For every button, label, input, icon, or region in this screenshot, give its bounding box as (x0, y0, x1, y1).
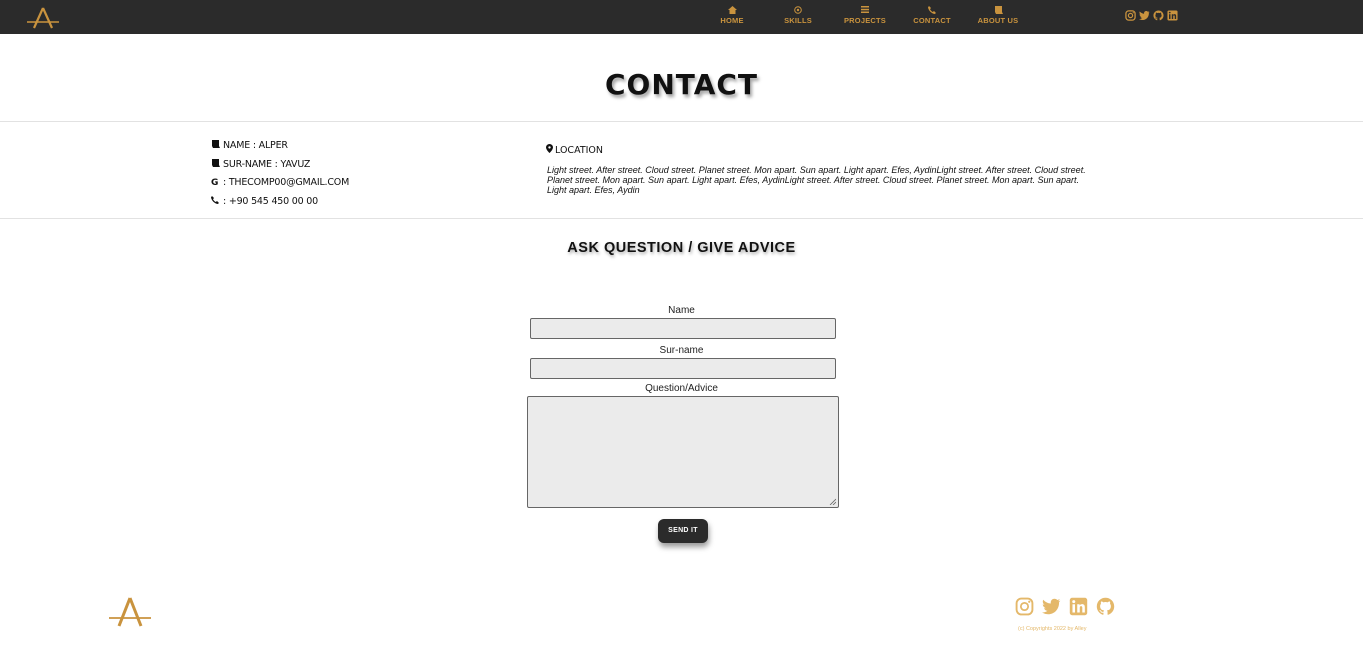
info-surname: SUR-NAME : YAVUZ (211, 155, 349, 174)
nav-projects[interactable]: PROJECTS (835, 6, 895, 25)
nav-home[interactable]: HOME (702, 6, 762, 25)
name-label: Name (668, 305, 695, 316)
copyright-text: (c) Copyrights 2022 by Alley (1018, 626, 1087, 632)
question-label: Question/Advice (645, 383, 718, 394)
phone-icon (211, 196, 221, 206)
home-icon (702, 6, 762, 16)
top-navbar: HOME SKILLS PROJECTS CONTACT ABOUT US (0, 0, 1363, 34)
location-label: LOCATION (555, 144, 604, 156)
resize-handle-icon[interactable] (829, 498, 836, 505)
location-text: Light street. After street. Cloud street… (547, 165, 1086, 195)
info-phone: : +90 545 450 00 00 (211, 192, 349, 211)
instagram-icon[interactable] (1015, 597, 1034, 616)
info-email-text[interactable]: : THECOMP00@GMAIL.COM (223, 177, 349, 188)
logo[interactable] (26, 6, 60, 30)
nav-projects-label: PROJECTS (843, 16, 887, 25)
footer-logo[interactable] (108, 596, 152, 628)
twitter-icon[interactable] (1042, 597, 1061, 616)
nav-skills[interactable]: SKILLS (768, 6, 828, 25)
info-name: NAME : ALPER (211, 136, 349, 155)
scroll-icon (211, 159, 221, 169)
send-button[interactable]: SEND IT (658, 519, 708, 543)
github-icon[interactable] (1153, 10, 1164, 21)
footer-social-links (1015, 597, 1115, 616)
nav-contact[interactable]: CONTACT (902, 6, 962, 25)
surname-input[interactable] (531, 359, 835, 378)
divider-bottom (0, 218, 1363, 219)
google-icon: G (211, 177, 219, 188)
instagram-icon[interactable] (1125, 10, 1136, 21)
nav-about[interactable]: ABOUT US (968, 6, 1028, 25)
info-name-text: NAME : ALPER (223, 139, 288, 151)
name-field-wrapper (530, 318, 836, 339)
nav-contact-label: CONTACT (913, 16, 951, 25)
contact-info: NAME : ALPER SUR-NAME : YAVUZ G : THECOM… (211, 136, 349, 211)
form-title: ASK QUESTION / GIVE ADVICE (567, 240, 796, 256)
nav-home-label: HOME (720, 16, 744, 25)
question-field-wrapper (527, 396, 839, 508)
scroll-icon (211, 140, 221, 150)
map-pin-icon (546, 144, 553, 156)
name-input[interactable] (531, 319, 835, 338)
scroll-icon (968, 6, 1028, 16)
nav-about-label: ABOUT US (977, 16, 1019, 25)
github-icon[interactable] (1096, 597, 1115, 616)
target-icon (768, 6, 828, 16)
linkedin-icon[interactable] (1069, 597, 1088, 616)
page-title: CONTACT (604, 68, 759, 101)
info-phone-text[interactable]: : +90 545 450 00 00 (223, 196, 318, 207)
list-icon (835, 6, 895, 16)
surname-field-wrapper (530, 358, 836, 379)
surname-label: Sur-name (659, 345, 704, 356)
location-heading: LOCATION (546, 144, 603, 156)
divider-top (0, 121, 1363, 122)
header-social-links (1125, 10, 1178, 21)
linkedin-icon[interactable] (1167, 10, 1178, 21)
nav-skills-label: SKILLS (784, 16, 812, 25)
twitter-icon[interactable] (1139, 10, 1150, 21)
question-textarea[interactable] (528, 397, 838, 507)
phone-icon (902, 6, 962, 16)
info-email: G : THECOMP00@GMAIL.COM (211, 173, 349, 192)
info-surname-text: SUR-NAME : YAVUZ (223, 158, 311, 170)
